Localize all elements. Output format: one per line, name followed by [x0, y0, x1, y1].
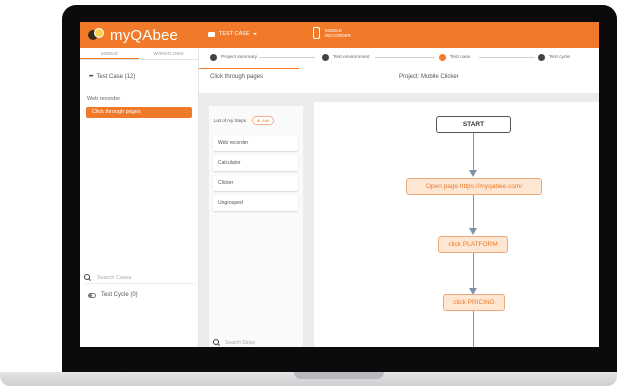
test-case-selector[interactable]: TEST CASE [208, 31, 258, 37]
test-cycle-label: Test Cycle (0) [101, 292, 138, 298]
sidebar: MOBILE WORKFLOWS ••• Test Case (12) Web … [80, 48, 199, 347]
logo[interactable]: myQAbee [88, 26, 178, 44]
step-group-web-recorder[interactable]: Web recorder [213, 136, 298, 151]
search-steps-placeholder: Search Steps [225, 339, 256, 346]
current-test-case-title: Click through pages [210, 74, 264, 80]
phone-icon [313, 27, 320, 39]
step-label: Project summary [221, 55, 257, 60]
step-connector [479, 57, 535, 58]
laptop-notch [294, 372, 384, 379]
step-test-cycle[interactable]: Test cycle [538, 54, 570, 61]
test-case-section[interactable]: ••• Test Case (12) [89, 74, 135, 80]
flow-connector [473, 253, 474, 289]
chevron-down-icon [253, 33, 258, 35]
step-label: Test environment [333, 55, 370, 60]
wizard-steps: Project summary Test environment Test ca… [199, 48, 599, 70]
step-marker [322, 54, 329, 61]
tab-mobile[interactable]: MOBILE [80, 48, 139, 59]
steps-panel-header: List of my Steps ⊕ Add [214, 116, 275, 125]
step-marker [439, 54, 446, 61]
step-label: Test case [450, 55, 471, 60]
mobile-recorder-label-2: RECORDER [325, 33, 351, 38]
step-label: Test cycle [549, 55, 571, 60]
flow-connector [473, 311, 474, 347]
top-bar: myQAbee TEST CASE MOBILE RECORDER [80, 22, 599, 48]
step-marker [538, 54, 545, 61]
step-test-environment[interactable]: Test environment [322, 54, 370, 61]
flow-connector [473, 195, 474, 229]
flow-node-open-page[interactable]: Open page https://myqabee.com/ [406, 178, 542, 195]
search-cases-input[interactable]: Search Cases [84, 272, 195, 284]
steps-panel: List of my Steps ⊕ Add Web recorder Calc… [209, 106, 303, 347]
sidebar-tabs: MOBILE WORKFLOWS [80, 48, 198, 60]
flow-node-click-platform[interactable]: click PLATFORM [438, 236, 508, 253]
step-group-calculator[interactable]: Calculator [213, 156, 298, 171]
plus-icon: ⊕ [256, 118, 261, 123]
folder-icon [208, 31, 215, 37]
search-cases-placeholder: Search Cases [97, 274, 132, 281]
sidebar-item-selected[interactable]: Click through pages [86, 107, 192, 118]
laptop-mockup: myQAbee TEST CASE MOBILE RECORDER MOBILE… [0, 0, 617, 391]
flow-connector [473, 133, 474, 171]
search-steps-input[interactable]: Search Steps [213, 338, 301, 347]
step-test-case[interactable]: Test case [439, 54, 470, 61]
flow-node-click-pricing[interactable]: click PRICING [443, 294, 505, 311]
main-content: List of my Steps ⊕ Add Web recorder Calc… [199, 94, 599, 347]
arrow-down-icon [469, 228, 477, 235]
bee-logo-icon [88, 28, 105, 42]
step-group-ungrouped[interactable]: Ungrouped [213, 196, 298, 211]
step-project-summary[interactable]: Project summary [210, 54, 257, 61]
toggle-icon [88, 292, 96, 298]
context-bar: Click through pages Project: Mobile Clic… [199, 70, 599, 94]
flow-node-start[interactable]: START [436, 116, 511, 133]
step-connector [259, 57, 315, 58]
app-screen: myQAbee TEST CASE MOBILE RECORDER MOBILE… [80, 22, 599, 347]
mobile-recorder-button[interactable]: MOBILE RECORDER [313, 27, 351, 39]
search-icon [213, 339, 220, 346]
test-case-count-label: Test Case (12) [96, 74, 136, 80]
test-cycle-section[interactable]: Test Cycle (0) [88, 292, 138, 298]
more-dots-icon: ••• [89, 74, 93, 80]
step-marker [210, 54, 217, 61]
brand-name: myQAbee [110, 26, 179, 44]
steps-panel-title: List of my Steps [214, 118, 247, 123]
flow-canvas[interactable]: START Open page https://myqabee.com/ cli… [314, 102, 599, 347]
progress-line [199, 68, 299, 69]
step-group-clicker[interactable]: Clicker [213, 176, 298, 191]
step-connector [375, 57, 435, 58]
search-icon [84, 274, 91, 281]
sidebar-group-label: Web recorder [87, 96, 121, 102]
arrow-down-icon [469, 170, 477, 177]
tab-workflows[interactable]: WORKFLOWS [139, 48, 198, 59]
add-step-label: Add [262, 118, 270, 123]
test-case-selector-label: TEST CASE [219, 31, 250, 37]
add-step-button[interactable]: ⊕ Add [252, 116, 275, 125]
project-name: Project: Mobile Clicker [399, 74, 459, 80]
